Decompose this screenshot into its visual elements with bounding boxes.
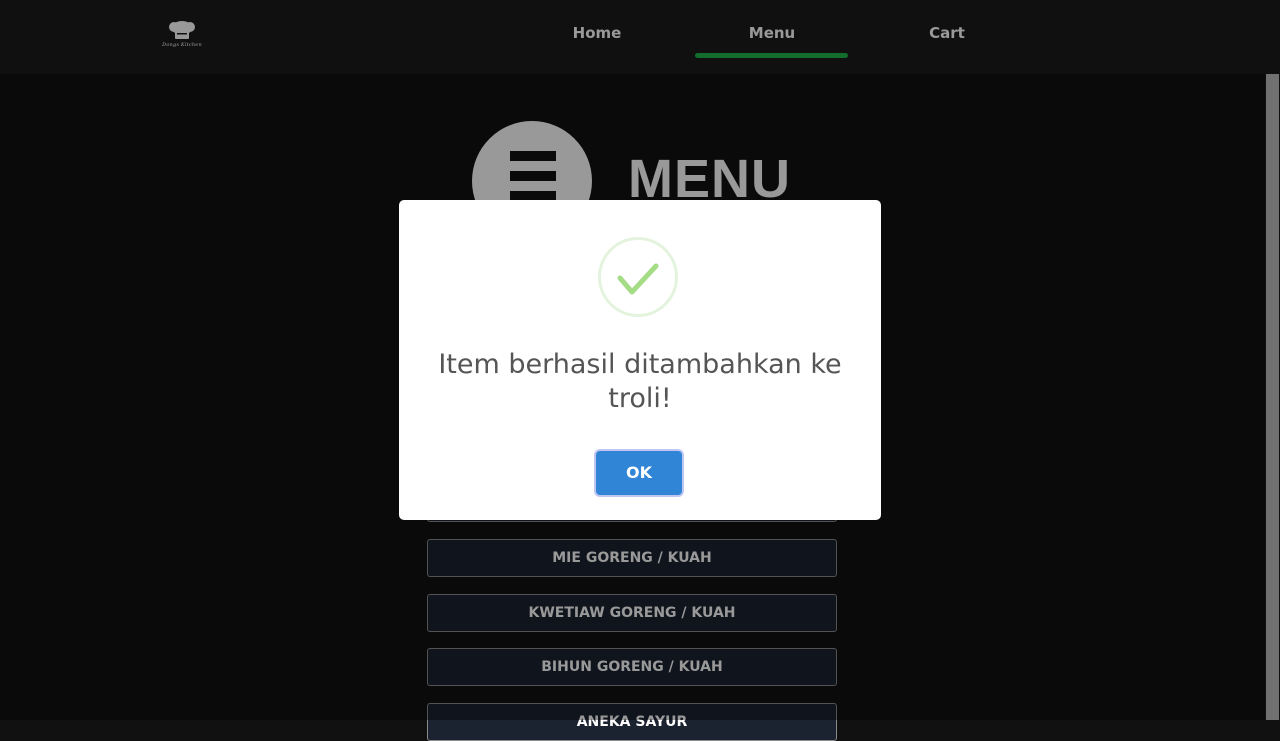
success-check-icon bbox=[598, 237, 678, 317]
ok-button[interactable]: OK bbox=[596, 451, 682, 495]
success-dialog: Item berhasil ditambahkan ke troli! OK bbox=[399, 200, 881, 520]
dialog-message: Item berhasil ditambahkan ke troli! bbox=[438, 349, 842, 414]
